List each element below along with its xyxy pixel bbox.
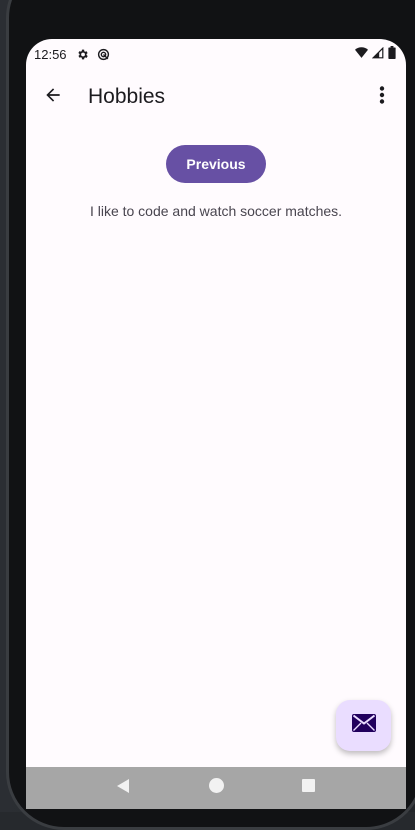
nav-back-button[interactable] [112,776,136,800]
top-app-bar: Hobbies [26,73,406,121]
wifi-icon [355,46,368,62]
home-circle-icon [208,778,224,798]
device-frame: 12:56 Hobbies Previous I like to code an… [0,0,415,830]
cell-signal-icon [371,46,384,62]
page-title: Hobbies [88,85,166,108]
sync-icon [97,48,110,61]
app-screen: 12:56 Hobbies Previous I like to code an… [26,39,406,809]
nav-home-button[interactable] [204,776,228,800]
previous-button[interactable]: Previous [166,145,266,183]
status-right-icons [355,46,396,62]
mail-fab-button[interactable] [336,700,391,751]
system-nav-bar [26,767,406,809]
battery-icon [388,46,396,62]
more-vert-icon [379,85,385,109]
nav-recents-button[interactable] [296,776,320,800]
overflow-menu-button[interactable] [358,73,406,121]
back-triangle-icon [117,778,131,798]
mail-icon [351,714,376,737]
hobby-text: I like to code and watch soccer matches. [89,203,343,219]
back-button[interactable] [29,73,77,121]
status-bar: 12:56 [26,39,406,69]
settings-icon [76,48,89,61]
status-time: 12:56 [34,46,67,62]
arrow-back-icon [43,85,63,110]
recents-square-icon [301,779,315,797]
